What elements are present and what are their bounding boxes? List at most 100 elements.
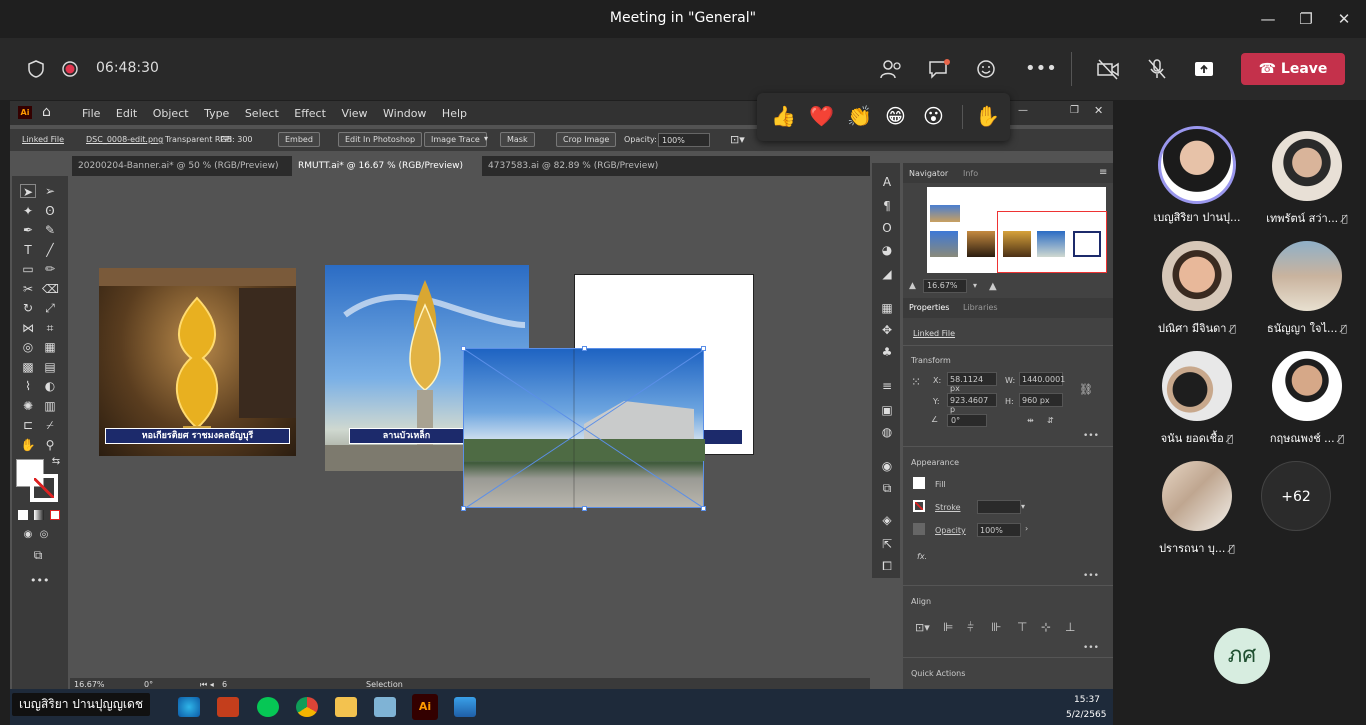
line-tool-icon[interactable]: ╱ xyxy=(42,243,58,257)
maximize-icon[interactable]: ❐ xyxy=(1292,8,1320,30)
transparency-icon[interactable]: ◍ xyxy=(879,425,895,439)
linked-file-link[interactable]: Linked File xyxy=(22,135,64,144)
chevron-down-icon[interactable]: ▾ xyxy=(484,134,488,143)
artwork-hall-of-fame[interactable]: หอเกียรติยศ ราชมงคลธัญบุรี xyxy=(99,268,296,456)
close-icon[interactable]: ✕ xyxy=(1330,8,1358,30)
graph-tool-icon[interactable]: ▥ xyxy=(42,399,58,413)
opacity-input[interactable]: 100% xyxy=(658,133,710,147)
align-center-icon[interactable]: ⫩ xyxy=(967,620,974,635)
paintbrush-tool-icon[interactable]: ✏ xyxy=(42,262,58,276)
chat-icon[interactable] xyxy=(927,58,951,84)
fill-swatch[interactable] xyxy=(913,477,925,489)
chrome-icon[interactable] xyxy=(296,697,318,717)
properties-linked-file[interactable]: Linked File xyxy=(913,329,955,338)
selection-tool-icon[interactable]: ➤ xyxy=(20,184,36,199)
surprised-reaction-icon[interactable]: 😮 xyxy=(923,104,944,128)
applause-reaction-icon[interactable]: 👏 xyxy=(847,104,872,128)
align-top-icon[interactable]: ⊤ xyxy=(1017,620,1027,634)
align-middle-icon[interactable]: ⊹ xyxy=(1041,620,1051,634)
raise-hand-icon[interactable]: ✋ xyxy=(975,104,1000,128)
chevron-down-icon[interactable]: ▾ xyxy=(1021,502,1025,511)
participant-tile[interactable]: เทพรัตน์ สว่า... 🎙̸ xyxy=(1247,131,1366,227)
shaper-tool-icon[interactable]: ✂ xyxy=(20,282,36,296)
crop-image-button[interactable]: Crop Image xyxy=(556,132,617,147)
panel-menu-icon[interactable]: ≡ xyxy=(1099,167,1107,178)
tab-info[interactable]: Info xyxy=(963,169,978,178)
stroke-swatch[interactable] xyxy=(30,474,58,502)
swatches-icon[interactable]: ▦ xyxy=(879,301,895,315)
menu-select[interactable]: Select xyxy=(245,107,279,120)
more-options-icon[interactable]: ••• xyxy=(1083,643,1099,653)
perspective-tool-icon[interactable]: ▦ xyxy=(42,340,58,354)
participant-tile[interactable]: กฤษณพงช์ ... 🎙̸ xyxy=(1247,351,1366,447)
screen-mode-icon[interactable]: ⧉ xyxy=(30,548,46,562)
curvature-tool-icon[interactable]: ✎ xyxy=(42,223,58,237)
opentype-icon[interactable]: O xyxy=(879,221,895,235)
tab-4737583[interactable]: 4737583.ai @ 82.89 % (RGB/Preview) × xyxy=(482,156,672,191)
tab-navigator[interactable]: Navigator xyxy=(909,169,948,178)
camera-off-icon[interactable] xyxy=(1096,58,1120,84)
heart-reaction-icon[interactable]: ❤️ xyxy=(809,104,834,128)
character-icon[interactable]: A xyxy=(879,175,895,189)
leave-button[interactable]: ☎ Leave xyxy=(1241,53,1345,85)
stroke-weight-input[interactable] xyxy=(977,500,1021,514)
menu-help[interactable]: Help xyxy=(442,107,467,120)
mesh-tool-icon[interactable]: ▩ xyxy=(20,360,36,374)
x-input[interactable]: 58.1124 px xyxy=(947,372,997,393)
type-tool-icon[interactable]: T xyxy=(20,243,36,257)
placed-image-selected[interactable] xyxy=(461,346,706,511)
mask-button[interactable]: Mask xyxy=(500,132,535,147)
direct-selection-tool-icon[interactable]: ➢ xyxy=(42,184,58,198)
tab-banner[interactable]: 20200204-Banner.ai* @ 50 % (RGB/Preview)… xyxy=(72,156,292,191)
photos-icon[interactable] xyxy=(454,697,476,717)
resize-handle[interactable] xyxy=(582,346,587,351)
stroke-icon[interactable]: ≡ xyxy=(879,379,895,393)
mic-off-icon[interactable] xyxy=(1146,58,1168,84)
participant-tile[interactable]: จนัน ยอดเชื้อ 🎙̸ xyxy=(1137,351,1257,447)
paragraph-icon[interactable]: ¶ xyxy=(879,199,895,213)
reference-point-icon[interactable]: ⁙ xyxy=(911,375,921,389)
swap-colors-icon[interactable]: ⇆ xyxy=(48,455,64,469)
eyedropper-tool-icon[interactable]: ⌇ xyxy=(20,379,36,393)
y-input[interactable]: 923.4607 p xyxy=(947,393,997,414)
tab-rmutt[interactable]: RMUTT.ai* @ 16.67 % (RGB/Preview) × xyxy=(292,156,482,191)
zoom-in-icon[interactable]: ▲ xyxy=(989,281,997,292)
chevron-down-icon[interactable]: ▾ xyxy=(973,281,977,290)
like-reaction-icon[interactable]: 👍 xyxy=(771,104,796,128)
minimize-icon[interactable]: — xyxy=(1254,8,1282,30)
menu-window[interactable]: Window xyxy=(383,107,426,120)
menu-object[interactable]: Object xyxy=(153,107,189,120)
blend-tool-icon[interactable]: ◐ xyxy=(42,379,58,393)
color-mode-icon[interactable] xyxy=(18,510,28,520)
flip-vertical-icon[interactable]: ⇵ xyxy=(1047,416,1054,425)
flip-horizontal-icon[interactable]: ⇹ xyxy=(1027,416,1034,425)
resize-handle[interactable] xyxy=(701,506,706,511)
status-angle[interactable]: 0° xyxy=(144,680,153,689)
export-icon[interactable]: ⇱ xyxy=(879,537,895,551)
powerpoint-icon[interactable] xyxy=(217,697,239,717)
fx-icon[interactable]: fx. xyxy=(917,552,927,561)
menu-view[interactable]: View xyxy=(341,107,367,120)
color-guide-icon[interactable]: ◢ xyxy=(879,267,895,281)
free-transform-tool-icon[interactable]: ⌗ xyxy=(42,321,58,335)
lasso-tool-icon[interactable]: ʘ xyxy=(42,204,58,218)
laugh-reaction-icon[interactable]: 😁 xyxy=(885,104,906,128)
opacity-input[interactable]: 100% xyxy=(977,523,1021,537)
ai-maximize-icon[interactable]: ❐ xyxy=(1070,105,1079,116)
filename-link[interactable]: DSC_0008-edit.png xyxy=(86,135,163,144)
gradient-tool-icon[interactable]: ▤ xyxy=(42,360,58,374)
more-options-icon[interactable]: ••• xyxy=(1025,58,1057,79)
artboards-icon[interactable]: ⧠ xyxy=(879,559,895,573)
align-icon[interactable]: ⊡▾ xyxy=(730,133,745,146)
symbol-sprayer-tool-icon[interactable]: ✺ xyxy=(20,399,36,413)
gradient-icon[interactable]: ▣ xyxy=(879,403,895,417)
participant-tile[interactable]: ปรารถนา บุ... 🎙̸ xyxy=(1137,461,1257,557)
shape-builder-tool-icon[interactable]: ◎ xyxy=(20,340,36,354)
more-options-icon[interactable]: ••• xyxy=(1083,571,1099,581)
color-icon[interactable]: ◕ xyxy=(879,243,895,257)
share-screen-icon[interactable] xyxy=(1193,58,1215,84)
stroke-label[interactable]: Stroke xyxy=(935,503,961,512)
rotate-input[interactable]: 0° xyxy=(947,414,987,427)
h-input[interactable]: 960 px xyxy=(1019,393,1063,407)
participant-tile[interactable]: ธนัญญา ใจไ... 🎙̸ xyxy=(1247,241,1366,337)
